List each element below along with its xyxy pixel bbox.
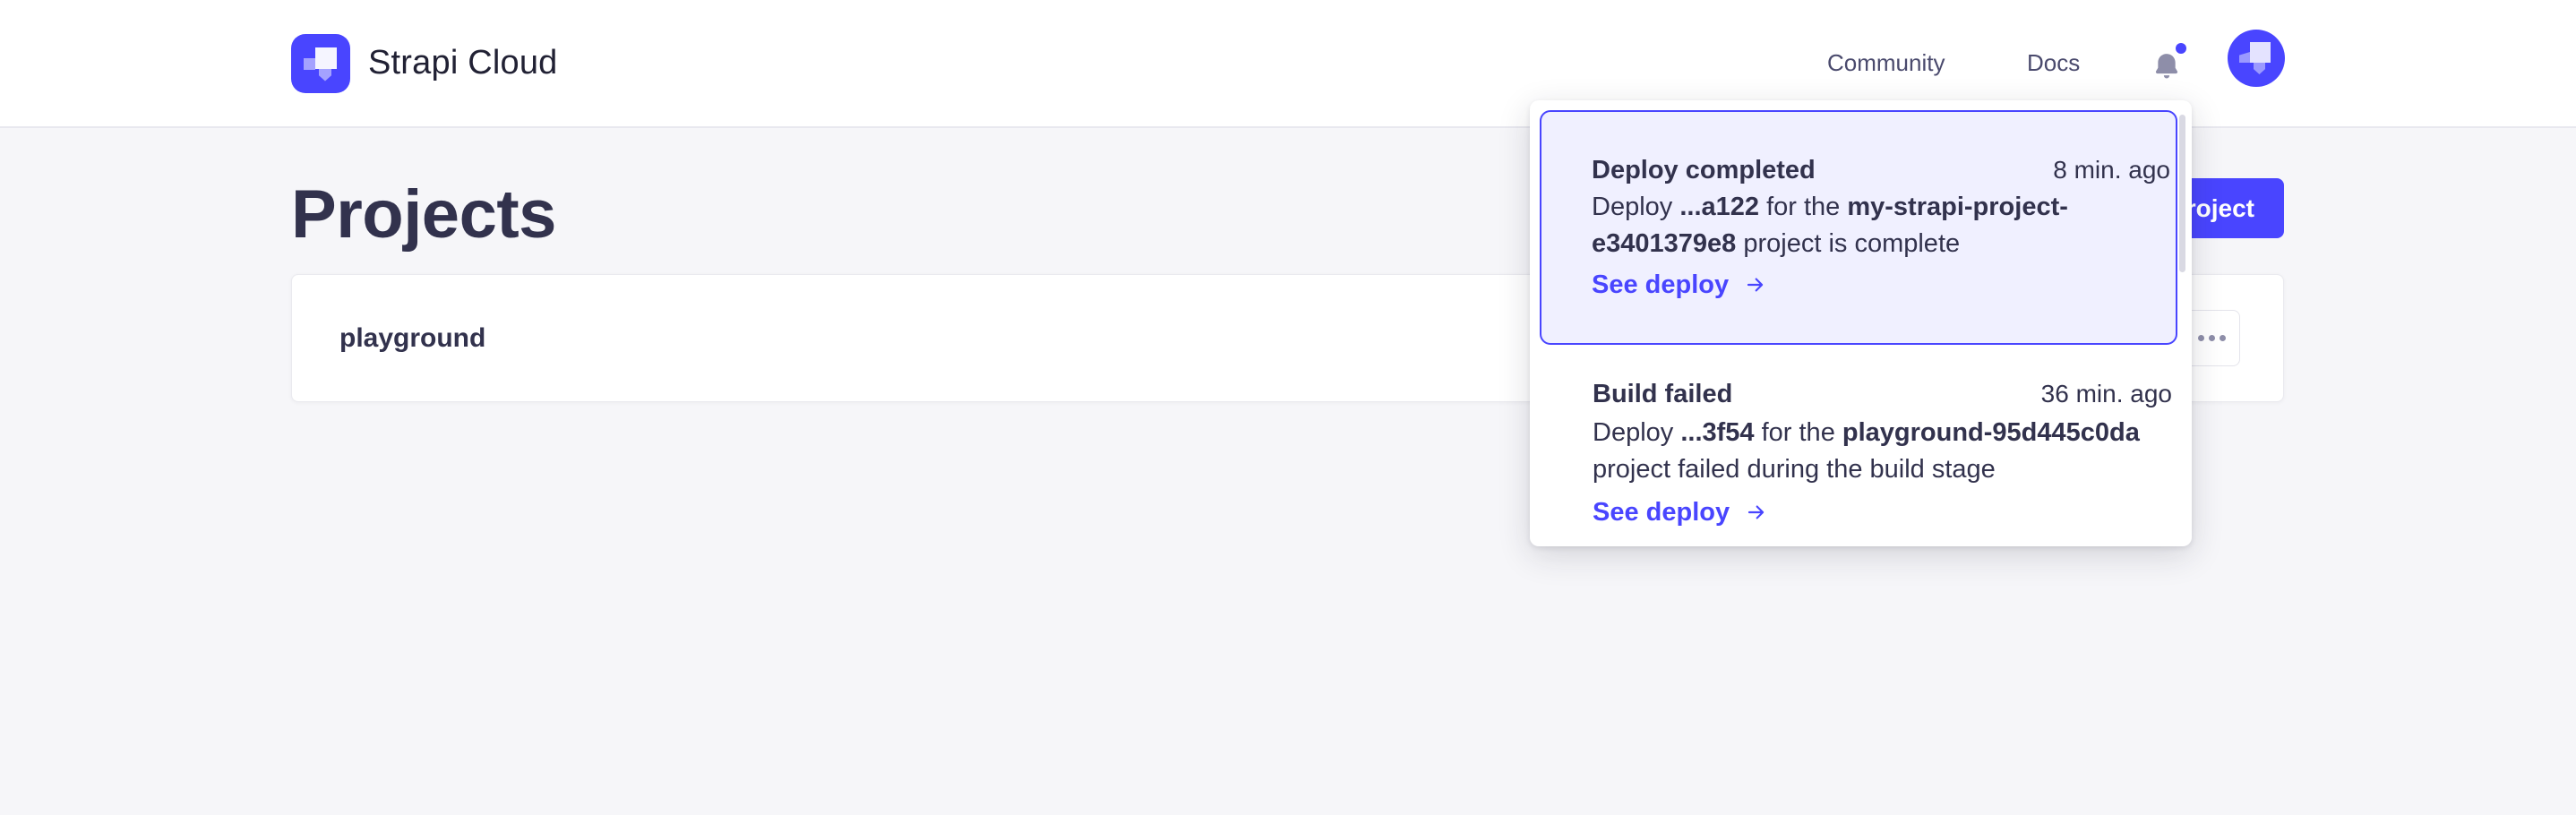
bell-icon — [2150, 49, 2184, 83]
notification-title: Build failed — [1593, 379, 1732, 409]
page-title: Projects — [291, 181, 556, 249]
see-deploy-link[interactable]: See deploy — [1593, 497, 1770, 528]
strapi-mark-icon — [2228, 30, 2285, 87]
notification-timestamp: 36 min. ago — [2041, 379, 2172, 409]
brand-name: Strapi Cloud — [368, 44, 558, 82]
see-deploy-link[interactable]: See deploy — [1592, 270, 1769, 300]
notifications-bell-button[interactable] — [2148, 34, 2189, 93]
notification-body: Deploy ...a122 for the my-strapi-project… — [1592, 189, 2170, 262]
arrow-right-icon — [1742, 274, 1769, 296]
arrow-right-icon — [1743, 502, 1770, 523]
unread-dot — [2176, 43, 2186, 54]
notification-title: Deploy completed — [1592, 155, 1816, 185]
notification-body: Deploy ...3f54 for the playground-95d445… — [1593, 415, 2172, 488]
notification-timestamp: 8 min. ago — [2053, 155, 2170, 185]
notification-item[interactable]: Build failed 36 min. ago Deploy ...3f54 fo… — [1593, 379, 2172, 528]
notifications-popup: Deploy completed 8 min. ago Deploy ...a122… — [1530, 100, 2192, 546]
popup-scrollbar[interactable] — [2179, 115, 2185, 272]
strapi-mark-icon — [291, 34, 350, 93]
project-name: playground — [339, 275, 485, 401]
ellipsis-icon — [2198, 335, 2204, 341]
notification-item[interactable]: Deploy completed 8 min. ago Deploy ...a122… — [1540, 110, 2177, 345]
user-avatar[interactable] — [2228, 30, 2285, 87]
strapi-logo-icon — [291, 34, 350, 93]
brand[interactable]: Strapi Cloud — [291, 0, 558, 126]
